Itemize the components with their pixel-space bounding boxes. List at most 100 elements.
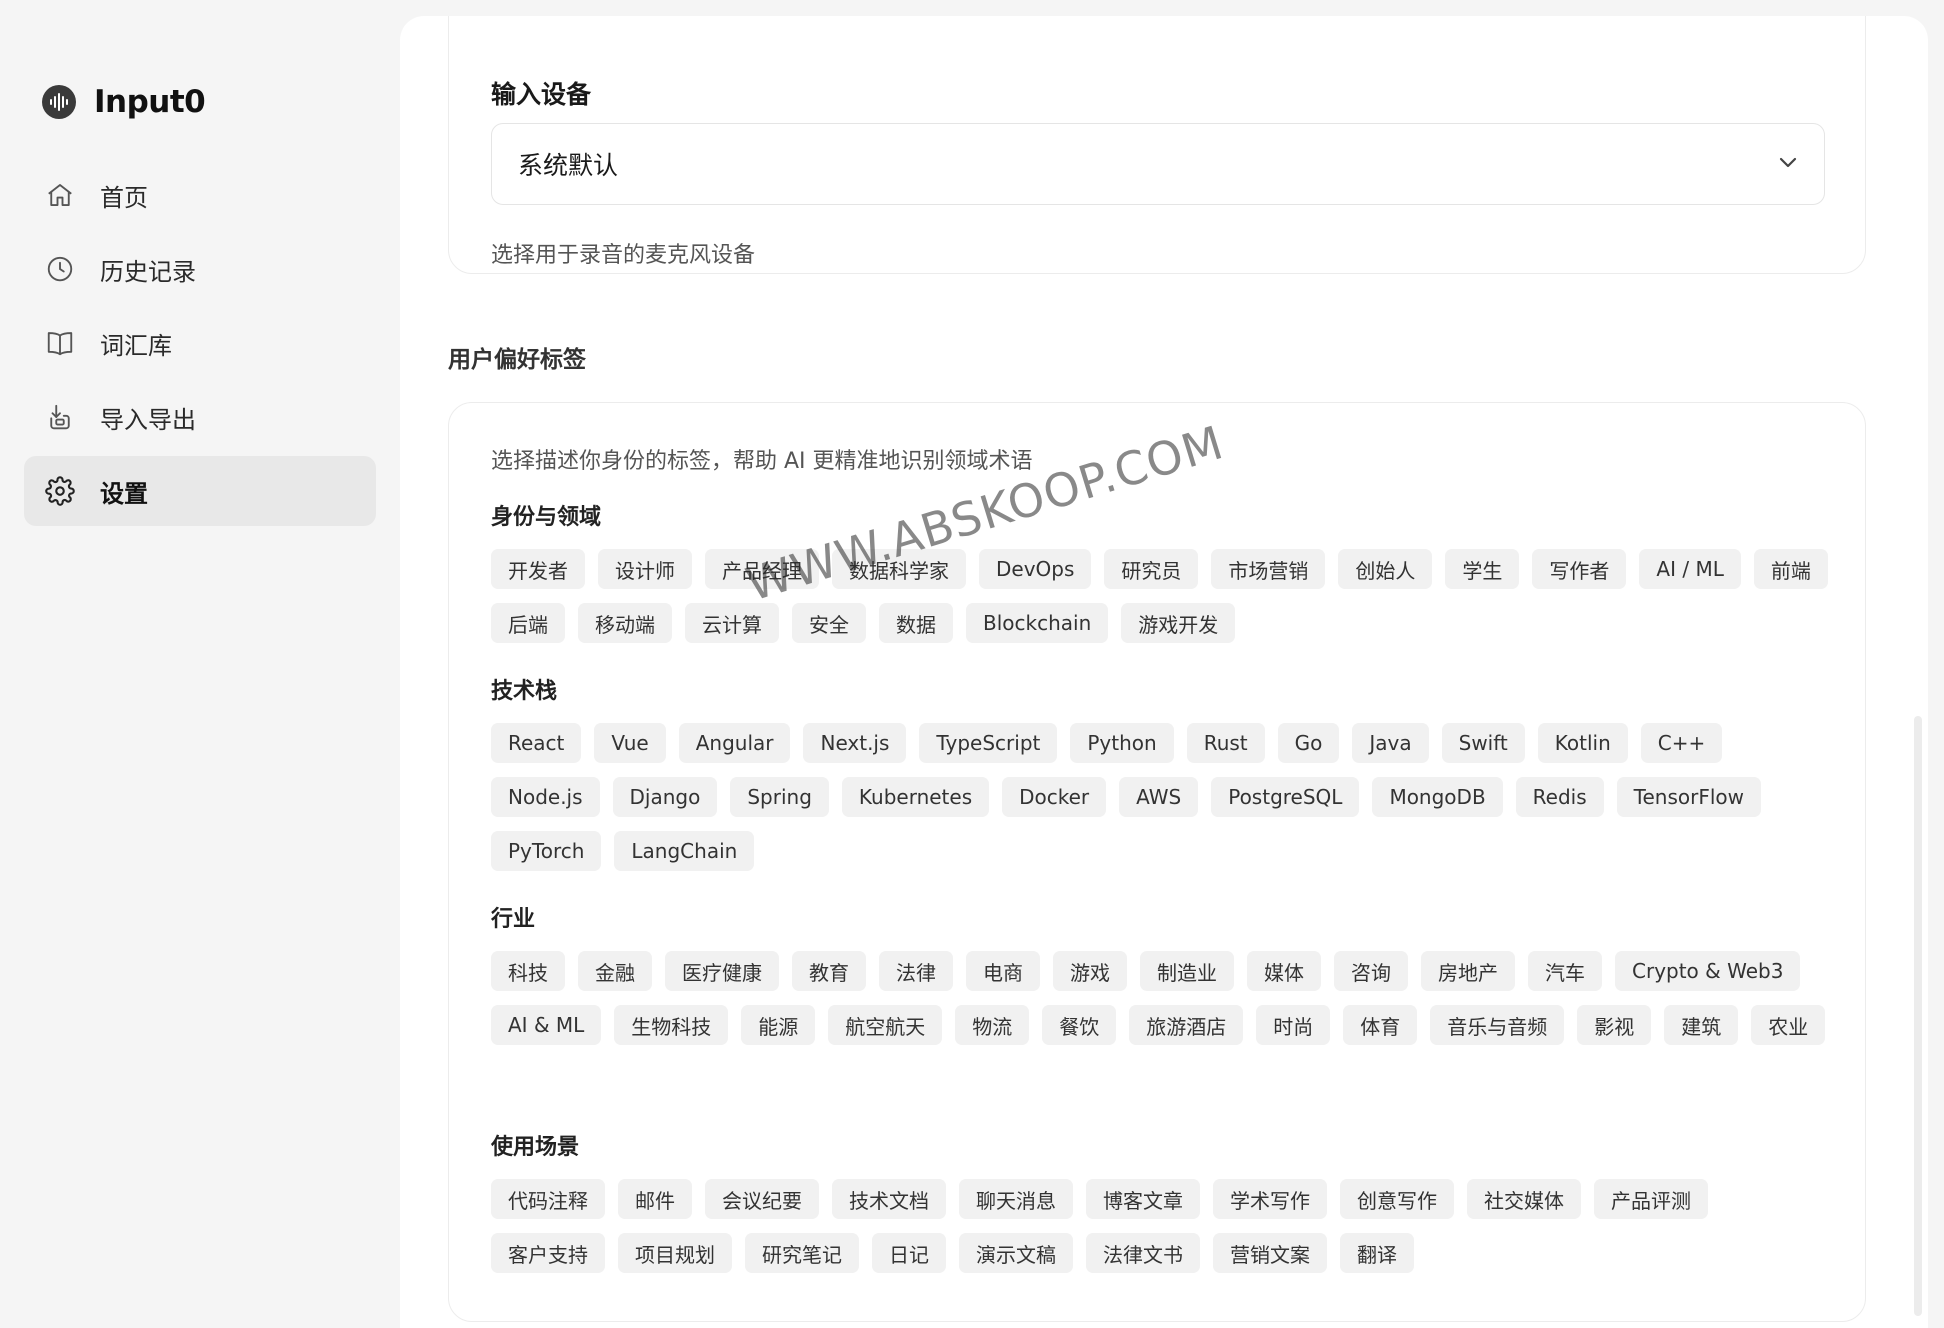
tag-chip[interactable]: 法律文书 [1086, 1233, 1200, 1273]
tag-chip[interactable]: Django [612, 777, 718, 817]
sidebar-item-4[interactable]: 设置 [24, 456, 376, 526]
tag-chip[interactable]: 农业 [1751, 1005, 1826, 1045]
tag-chip[interactable]: 市场营销 [1211, 549, 1326, 589]
sidebar-item-0[interactable]: 首页 [24, 160, 376, 230]
tag-chip[interactable]: 教育 [792, 951, 866, 991]
app-name: Input0 [94, 84, 206, 120]
tag-chip[interactable]: Docker [1002, 777, 1107, 817]
tag-chip[interactable]: 影视 [1577, 1005, 1652, 1045]
tag-chip[interactable]: 数据 [879, 603, 953, 643]
tag-chip[interactable]: React [491, 723, 582, 763]
tag-chip[interactable]: LangChain [614, 831, 755, 871]
tag-chip[interactable]: 安全 [792, 603, 866, 643]
tag-chip[interactable]: C++ [1640, 723, 1723, 763]
sidebar-item-3[interactable]: 导入导出 [24, 382, 376, 452]
tag-chip[interactable]: 时尚 [1256, 1005, 1331, 1045]
tag-chip[interactable]: Redis [1515, 777, 1604, 817]
tag-chip[interactable]: 开发者 [491, 549, 585, 589]
tag-chip[interactable]: 金融 [578, 951, 652, 991]
tag-chip[interactable]: TypeScript [919, 723, 1058, 763]
tag-chip[interactable]: 科技 [491, 951, 565, 991]
tag-chip-list: React Vue Angular Next.js TypeScript Python Ru… [491, 723, 1831, 871]
tag-chip[interactable]: 法律 [879, 951, 953, 991]
tag-chip[interactable]: 设计师 [598, 549, 692, 589]
tag-chip[interactable]: 营销文案 [1213, 1233, 1327, 1273]
tag-chip[interactable]: AWS [1119, 777, 1199, 817]
tag-chip[interactable]: AI & ML [491, 1005, 602, 1045]
input-device-selected-value: 系统默认 [518, 151, 619, 180]
tag-group-title: 技术栈 [491, 679, 558, 704]
tag-chip[interactable]: 写作者 [1532, 549, 1627, 589]
scrollbar[interactable] [1914, 716, 1922, 1316]
tag-chip[interactable]: Swift [1441, 723, 1525, 763]
tag-chip[interactable]: 电商 [966, 951, 1040, 991]
tag-chip[interactable]: 生物科技 [614, 1005, 729, 1045]
tag-chip[interactable]: Blockchain [966, 603, 1109, 643]
tag-chip[interactable]: 创意写作 [1340, 1179, 1454, 1219]
tag-chip[interactable]: Angular [678, 723, 791, 763]
tag-chip[interactable]: Rust [1186, 723, 1265, 763]
tag-chip[interactable]: 会议纪要 [705, 1179, 819, 1219]
import-export-icon [44, 401, 76, 433]
tag-chip[interactable]: 房地产 [1421, 951, 1515, 991]
tag-chip[interactable]: 客户支持 [491, 1233, 605, 1273]
tag-chip[interactable]: 翻译 [1340, 1233, 1414, 1273]
tag-chip[interactable]: 研究笔记 [745, 1233, 859, 1273]
tag-chip[interactable]: 餐饮 [1042, 1005, 1117, 1045]
tag-chip[interactable]: 聊天消息 [959, 1179, 1073, 1219]
tag-chip[interactable]: Crypto & Web3 [1615, 951, 1801, 991]
tag-chip[interactable]: Kotlin [1537, 723, 1628, 763]
tag-chip[interactable]: 建筑 [1664, 1005, 1739, 1045]
tag-chip[interactable]: 学术写作 [1213, 1179, 1327, 1219]
tag-chip[interactable]: PostgreSQL [1211, 777, 1360, 817]
tag-chip[interactable]: 创始人 [1338, 549, 1433, 589]
input-device-select[interactable]: 系统默认 [491, 123, 1825, 205]
tag-chip[interactable]: 游戏开发 [1121, 603, 1236, 643]
tag-chip[interactable]: MongoDB [1372, 777, 1503, 817]
tag-chip[interactable]: DevOps [979, 549, 1092, 589]
tag-chip[interactable]: 学生 [1445, 549, 1520, 589]
tag-chip[interactable]: 航空航天 [828, 1005, 943, 1045]
tag-chip[interactable]: 云计算 [685, 603, 779, 643]
tag-chip[interactable]: 体育 [1343, 1005, 1418, 1045]
tag-chip[interactable]: Java [1352, 723, 1429, 763]
tag-chip[interactable]: 后端 [491, 603, 565, 643]
tag-chip[interactable]: 能源 [741, 1005, 816, 1045]
sidebar-item-1[interactable]: 历史记录 [24, 234, 376, 304]
tag-chip[interactable]: Spring [730, 777, 829, 817]
tag-chip[interactable]: Python [1070, 723, 1174, 763]
waveform-logo-icon [42, 85, 76, 119]
tag-chip[interactable]: 旅游酒店 [1129, 1005, 1244, 1045]
tag-chip[interactable]: 日记 [872, 1233, 946, 1273]
tag-chip[interactable]: 研究员 [1104, 549, 1199, 589]
tag-chip[interactable]: 咨询 [1334, 951, 1408, 991]
tag-chip[interactable]: 制造业 [1140, 951, 1234, 991]
tag-chip[interactable]: 社交媒体 [1467, 1179, 1581, 1219]
tag-chip[interactable]: 项目规划 [618, 1233, 732, 1273]
tag-chip[interactable]: Node.js [491, 777, 600, 817]
tag-chip[interactable]: 音乐与音频 [1430, 1005, 1565, 1045]
tag-chip[interactable]: 物流 [955, 1005, 1030, 1045]
tag-chip[interactable]: PyTorch [491, 831, 602, 871]
tag-chip[interactable]: 移动端 [578, 603, 672, 643]
tag-chip[interactable]: Vue [594, 723, 666, 763]
tag-chip[interactable]: 邮件 [618, 1179, 692, 1219]
tag-group-title: 行业 [491, 907, 536, 932]
tag-chip[interactable]: Go [1277, 723, 1340, 763]
tag-chip[interactable]: 游戏 [1053, 951, 1127, 991]
tag-chip[interactable]: TensorFlow [1616, 777, 1761, 817]
tag-chip[interactable]: 前端 [1753, 549, 1828, 589]
tag-chip[interactable]: 媒体 [1247, 951, 1321, 991]
tag-chip[interactable]: 产品评测 [1594, 1179, 1708, 1219]
tag-chip[interactable]: 汽车 [1528, 951, 1602, 991]
sidebar-item-label: 导入导出 [100, 405, 196, 434]
tag-chip[interactable]: 代码注释 [491, 1179, 605, 1219]
tag-chip[interactable]: AI / ML [1639, 549, 1741, 589]
sidebar-item-2[interactable]: 词汇库 [24, 308, 376, 378]
tag-chip[interactable]: 演示文稿 [959, 1233, 1073, 1273]
tag-chip[interactable]: Kubernetes [841, 777, 990, 817]
tag-chip[interactable]: 技术文档 [832, 1179, 946, 1219]
tag-chip[interactable]: 博客文章 [1086, 1179, 1200, 1219]
tag-chip[interactable]: 医疗健康 [665, 951, 779, 991]
tag-chip[interactable]: Next.js [803, 723, 907, 763]
